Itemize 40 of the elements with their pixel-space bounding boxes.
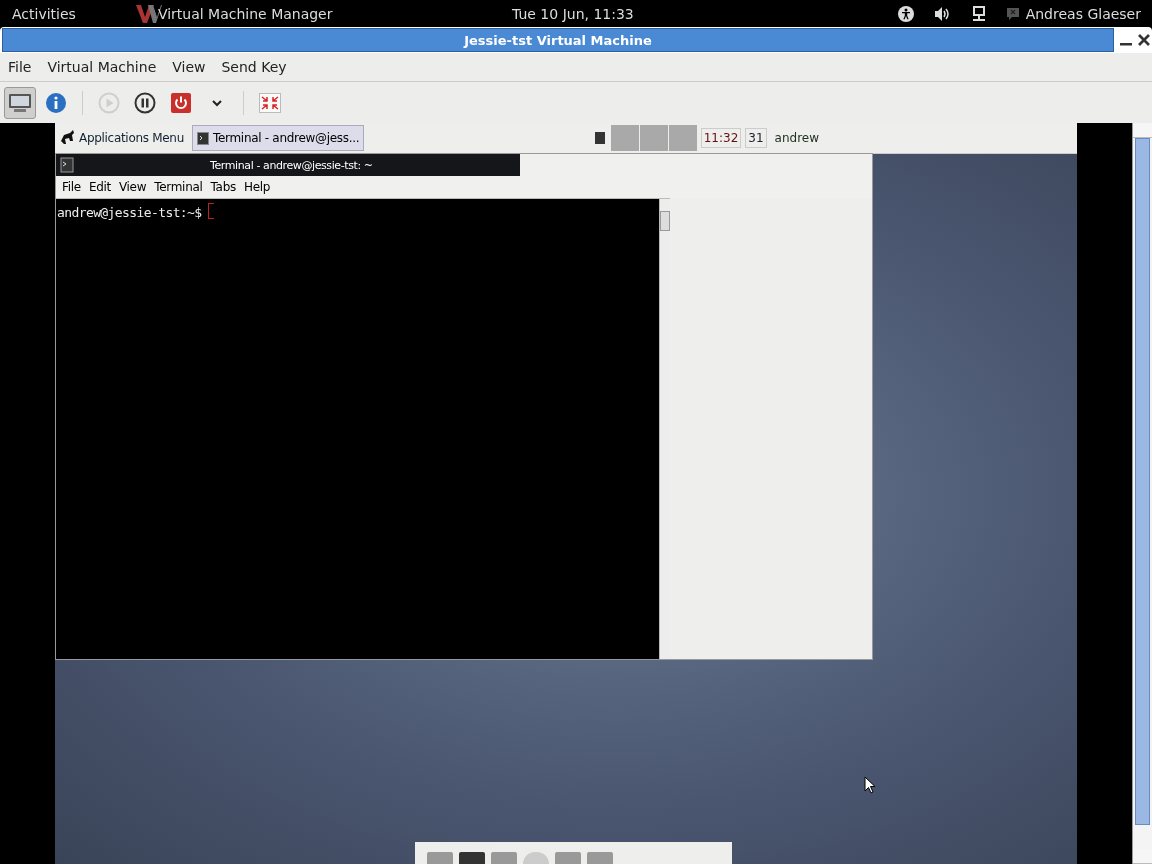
info-icon	[45, 91, 67, 114]
fullscreen-icon	[259, 92, 281, 113]
taskbar-button[interactable]: Terminal - andrew@jess...	[191, 125, 365, 151]
play-icon	[98, 91, 120, 114]
window-title: Jessie-tst Virtual Machine	[464, 32, 652, 48]
pause-icon	[134, 91, 156, 114]
menu-item[interactable]: Terminal	[150, 180, 207, 194]
menu-item[interactable]: Virtual Machine	[39, 59, 165, 75]
menu-item[interactable]: Edit	[84, 180, 115, 194]
close-icon[interactable]	[1138, 34, 1150, 46]
menu-item[interactable]: Help	[239, 180, 275, 194]
menu-item[interactable]: File	[58, 180, 85, 194]
caret-icon	[211, 98, 223, 107]
monitor-icon	[8, 92, 32, 113]
menu-item[interactable]: Tabs	[206, 180, 240, 194]
chat-status-icon[interactable]	[1005, 6, 1020, 21]
scrollbar[interactable]	[659, 199, 670, 659]
app-menu-title[interactable]: Virtual Machine Manager	[157, 5, 333, 22]
menu-item[interactable]: View	[164, 59, 214, 75]
mouse-pointer-icon	[864, 776, 876, 794]
menu-item[interactable]: File	[0, 59, 40, 75]
guest-clock[interactable]: 11:32	[700, 128, 742, 148]
terminal-icon	[196, 131, 209, 145]
accessibility-icon[interactable]	[897, 5, 914, 22]
menu-item[interactable]: View	[114, 180, 151, 194]
guest-user[interactable]: andrew	[774, 131, 819, 145]
shell-prompt: andrew@jessie-tst:~$	[57, 205, 202, 220]
volume-icon[interactable]	[933, 5, 952, 22]
activities-button[interactable]: Activities	[12, 5, 76, 22]
terminal-title: Terminal - andrew@jessie-tst: ~	[210, 158, 373, 172]
menu-item[interactable]: Send Key	[213, 59, 295, 75]
console-button[interactable]	[4, 86, 36, 119]
clock[interactable]: Tue 10 Jun, 11:33	[512, 5, 634, 22]
applications-menu[interactable]: Applications Menu	[79, 131, 184, 145]
power-icon	[170, 91, 192, 114]
scrollbar[interactable]	[1132, 123, 1152, 864]
terminal-icon	[60, 157, 74, 173]
user-menu[interactable]: Andreas Glaeser	[1025, 5, 1141, 22]
guest-date[interactable]: 31	[745, 128, 767, 148]
network-icon[interactable]	[971, 5, 986, 22]
